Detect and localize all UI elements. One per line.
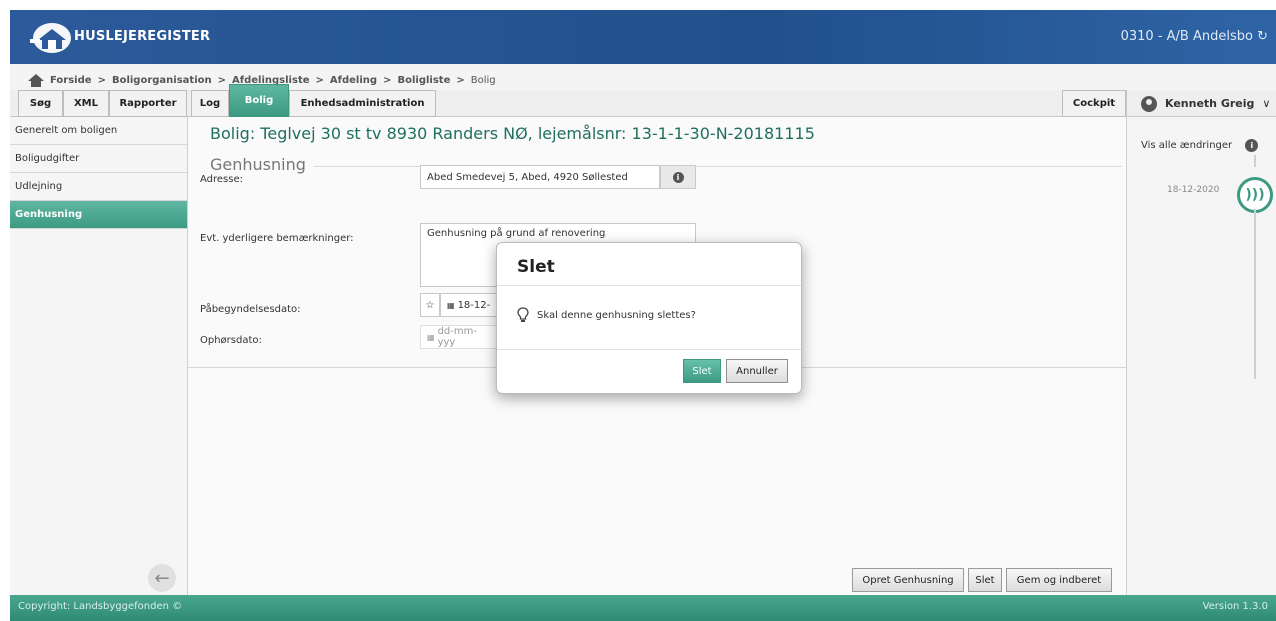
cancel-button[interactable]: Annuller	[726, 359, 788, 383]
slet-button[interactable]: Slet	[968, 568, 1002, 592]
timeline-line	[1254, 209, 1256, 379]
info-icon: i	[672, 171, 684, 183]
adresse-field[interactable]: Abed Smedevej 5, Abed, 4920 Søllested	[420, 165, 660, 189]
bemaerkninger-label: Evt. yderligere bemærkninger:	[200, 233, 354, 244]
breadcrumb: Forside > Boligorganisation > Afdelingsl…	[10, 64, 1276, 90]
confirm-delete-button[interactable]: Slet	[683, 359, 721, 383]
breadcrumb-boligliste[interactable]: Boligliste	[397, 75, 450, 86]
delete-confirm-dialog: Slet Skal denne genhusning slettes? Slet…	[496, 242, 802, 394]
adresse-info-button[interactable]: i	[660, 165, 696, 189]
ophorsdato-input[interactable]: ▦ dd-mm-yyy	[420, 325, 500, 349]
breadcrumb-separator: >	[383, 74, 392, 86]
sidebar-item-boligudgifter[interactable]: Boligudgifter	[10, 145, 187, 173]
user-menu[interactable]: Kenneth Greig ∨	[1126, 90, 1276, 117]
dialog-title: Slet	[517, 257, 555, 277]
tab-xml[interactable]: XML	[63, 90, 109, 117]
dialog-divider	[497, 285, 801, 286]
breadcrumb-separator: >	[217, 74, 227, 86]
gem-og-indberet-button[interactable]: Gem og indberet	[1006, 568, 1112, 592]
breadcrumb-separator: >	[97, 74, 106, 86]
lightbulb-icon	[517, 307, 529, 322]
house-logo-icon[interactable]	[30, 22, 76, 54]
app-logo-text: HUSLEJEREGISTER	[74, 29, 211, 44]
dialog-divider	[497, 349, 801, 350]
pabegyndelsesdato-label: Påbegyndelsesdato:	[200, 304, 301, 315]
dialog-message-row: Skal denne genhusning slettes?	[517, 307, 696, 323]
sidebar-item-udlejning[interactable]: Udlejning	[10, 173, 187, 201]
sidebar-item-generelt[interactable]: Generelt om boligen	[10, 117, 187, 145]
show-all-changes-label: Vis alle ændringer	[1141, 140, 1233, 151]
tab-cockpit[interactable]: Cockpit	[1062, 90, 1126, 117]
calendar-icon: ▦	[447, 300, 455, 310]
user-name: Kenneth Greig	[1165, 97, 1255, 110]
info-icon[interactable]: i	[1245, 139, 1259, 152]
home-icon[interactable]	[28, 73, 44, 87]
refresh-icon[interactable]: ↻	[1257, 29, 1268, 44]
rss-feed-icon[interactable]: )))	[1237, 177, 1273, 213]
breadcrumb-separator: >	[315, 74, 324, 86]
timeline-line	[1254, 155, 1256, 167]
calendar-icon: ▦	[427, 332, 435, 342]
organization-label[interactable]: 0310 - A/B Andelsbo ↻	[1121, 29, 1268, 44]
sidebar-item-genhusning[interactable]: Genhusning	[10, 201, 187, 229]
adresse-label: Adresse:	[200, 174, 243, 185]
history-panel: Vis alle ændringer i 18-12-2020 )))	[1126, 117, 1276, 595]
star-icon[interactable]: ☆	[420, 293, 440, 317]
tab-bar: Søg XML Rapporter Log Bolig Enhedsadmini…	[10, 84, 1276, 117]
back-arrow-icon[interactable]: ←	[148, 564, 176, 592]
dialog-message: Skal denne genhusning slettes?	[537, 309, 696, 321]
ophorsdato-placeholder: dd-mm-yyy	[437, 326, 477, 348]
tab-sog[interactable]: Søg	[18, 90, 63, 117]
copyright-text: Copyright: Landsbyggefonden ©	[18, 601, 183, 612]
chevron-down-icon: ∨	[1262, 97, 1271, 110]
app-header: HUSLEJEREGISTER 0310 - A/B Andelsbo ↻	[10, 10, 1276, 64]
pabegyndelsesdato-value: 18-12-	[457, 299, 491, 311]
footer: Copyright: Landsbyggefonden © Version 1.…	[10, 595, 1276, 621]
tab-enhedsadministration[interactable]: Enhedsadministration	[289, 90, 436, 117]
timeline-date: 18-12-2020	[1167, 185, 1220, 195]
page-title: Bolig: Teglvej 30 st tv 8930 Randers NØ,…	[210, 124, 815, 143]
version-text: Version 1.3.0	[1202, 601, 1268, 612]
breadcrumb-forside[interactable]: Forside	[50, 75, 92, 86]
section-title: Genhusning	[210, 155, 314, 174]
breadcrumb-afdeling[interactable]: Afdeling	[330, 75, 377, 86]
opret-genhusning-button[interactable]: Opret Genhusning	[852, 568, 964, 592]
breadcrumb-separator: >	[456, 74, 465, 86]
app-window: HUSLEJEREGISTER 0310 - A/B Andelsbo ↻ Fo…	[10, 10, 1276, 621]
sidebar: Generelt om boligen Boligudgifter Udlejn…	[10, 117, 188, 595]
breadcrumb-boligorganisation[interactable]: Boligorganisation	[112, 75, 212, 86]
avatar-icon	[1141, 95, 1157, 112]
tab-bolig[interactable]: Bolig	[229, 84, 289, 117]
ophorsdato-label: Ophørsdato:	[200, 335, 262, 346]
tab-log[interactable]: Log	[191, 90, 229, 117]
breadcrumb-bolig: Bolig	[470, 74, 496, 86]
show-all-changes[interactable]: Vis alle ændringer i	[1141, 139, 1259, 152]
tab-rapporter[interactable]: Rapporter	[109, 90, 187, 117]
